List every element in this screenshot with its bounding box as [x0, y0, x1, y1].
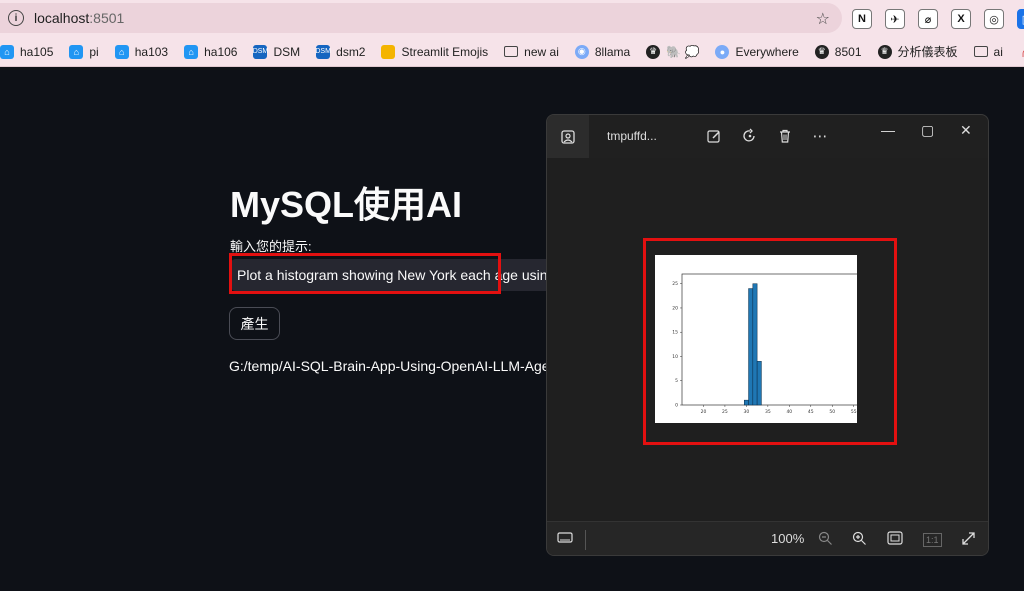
close-button[interactable]: ✕ [960, 122, 972, 139]
home-icon: ⌂ [114, 44, 129, 59]
extension-icon[interactable]: ▣ [1017, 9, 1024, 29]
bookmark-folder[interactable]: Streamlit Emojis [381, 44, 488, 59]
zoom-in-button[interactable] [852, 531, 867, 549]
filmstrip-button[interactable] [557, 531, 573, 548]
bubble-icon: ● [715, 44, 730, 59]
rotate-icon [743, 128, 755, 142]
extensions-bar: N ✈ ⌀ X ◎ ▣ [852, 9, 1024, 29]
bookmark-item[interactable]: ⌂ ha106 [184, 44, 237, 59]
bookmark-item[interactable]: ∩專案 [1019, 43, 1024, 60]
delete-button[interactable] [776, 127, 794, 145]
bookmark-item[interactable]: ⌂ ha103 [114, 44, 168, 59]
bookmark-item[interactable]: ◉ 8llama [574, 44, 630, 59]
bookmark-item[interactable]: ● Everywhere [715, 44, 799, 59]
viewer-status-bar: 100% 1:1 [547, 521, 988, 555]
fit-to-window-button[interactable] [887, 531, 903, 548]
zoom-in-icon [852, 531, 866, 545]
folder-yellow-icon [381, 44, 396, 59]
bookmark-item[interactable]: ♛ 🐘 💭 [646, 44, 699, 59]
llama-icon: ◉ [574, 44, 589, 59]
gallery-button[interactable] [547, 115, 589, 158]
zoom-out-button[interactable] [818, 531, 833, 549]
telegram-extension-icon[interactable]: ✈ [885, 9, 905, 29]
dsm-icon: DSM [253, 44, 268, 59]
home-icon: ⌂ [0, 44, 14, 59]
bookmark-item[interactable]: ⌂ ha105 [0, 44, 53, 59]
browser-toolbar: i localhost:8501 ☆ N ✈ ⌀ X ◎ ▣ [0, 0, 1024, 37]
rotate-button[interactable] [741, 127, 759, 145]
bookmark-folder[interactable]: ai [973, 45, 1003, 59]
output-path-text: G:/temp/AI-SQL-Brain-App-Using-OpenAI-LL… [229, 358, 549, 374]
excel-extension-icon[interactable]: X [951, 9, 971, 29]
minimize-button[interactable]: — [881, 122, 895, 138]
maximize-button[interactable]: ▢ [921, 122, 934, 139]
folder-icon [973, 46, 988, 57]
fullscreen-button[interactable] [961, 531, 976, 549]
filmstrip-icon [557, 532, 573, 543]
notion-extension-icon[interactable]: N [852, 9, 872, 29]
highlight-box [229, 253, 501, 294]
bookmark-folder[interactable]: new ai [504, 45, 559, 59]
extension-icon[interactable]: ◎ [984, 9, 1004, 29]
address-bar[interactable]: i localhost:8501 ☆ [0, 3, 842, 33]
folder-icon [504, 46, 519, 57]
expand-icon [962, 532, 975, 545]
bookmark-item[interactable]: ♛ 8501 [814, 44, 862, 59]
highlight-box [643, 238, 897, 445]
crown-icon: ♛ [877, 44, 892, 59]
zoom-level[interactable]: 100% [771, 531, 804, 546]
edit-image-button[interactable] [705, 127, 723, 145]
url-text[interactable]: localhost:8501 [34, 10, 124, 26]
extension-icon[interactable]: ⌀ [918, 9, 938, 29]
file-title: tmpuffd... [607, 129, 657, 143]
gallery-icon [561, 129, 575, 144]
bookmark-item[interactable]: ♛ 分析儀表板 [877, 43, 958, 60]
bookmark-item[interactable]: DSM dsm2 [315, 44, 365, 59]
fit-icon [887, 531, 903, 545]
crown-icon: ♛ [814, 44, 829, 59]
trash-icon [780, 129, 790, 143]
edit-icon [707, 130, 720, 143]
more-options-button[interactable]: ⋯ [811, 127, 829, 145]
zoom-out-icon [818, 531, 832, 545]
divider [585, 530, 586, 550]
home-icon: ⌂ [184, 44, 199, 59]
home-icon: ⌂ [69, 44, 84, 59]
page-title: MySQL使用AI [230, 184, 463, 225]
generate-button[interactable]: 產生 [229, 307, 280, 340]
actual-size-button[interactable]: 1:1 [923, 533, 942, 547]
more-icon: ⋯ [812, 128, 828, 145]
dsm-icon: DSM [315, 44, 331, 59]
image-viewer-window: tmpuffd... ⋯ — ▢ ✕ 20 25 30 35 40 45 50 55 0 5 10… [546, 114, 989, 556]
crown-icon: ♛ [646, 44, 661, 59]
bookmark-item[interactable]: ⌂ pi [69, 44, 99, 59]
bookmark-star-icon[interactable]: ☆ [816, 9, 830, 29]
arc-icon: ∩ [1019, 44, 1024, 60]
bookmark-item[interactable]: DSM DSM [253, 44, 300, 59]
bookmarks-bar: ⌂ ha105 ⌂ pi ⌂ ha103 ⌂ ha106 DSM DSM DSM dsm2 … [0, 37, 1024, 67]
site-info-icon[interactable]: i [8, 10, 24, 26]
